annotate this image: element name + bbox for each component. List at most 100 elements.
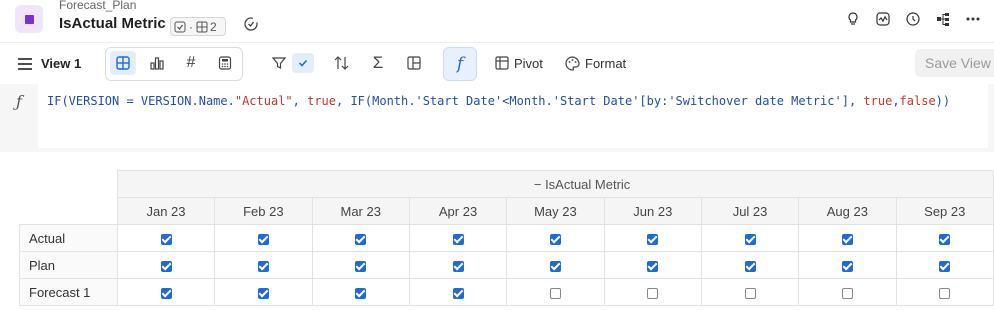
more-icon[interactable] — [962, 8, 984, 30]
sort-icon[interactable] — [331, 52, 353, 74]
verified-icon[interactable] — [243, 16, 259, 37]
unchecked-checkbox[interactable] — [549, 287, 561, 299]
checked-checkbox[interactable] — [355, 233, 367, 245]
checked-checkbox[interactable] — [452, 260, 464, 272]
calculator-icon[interactable] — [213, 51, 237, 75]
page-title[interactable]: IsActual Metric — [59, 15, 166, 32]
checked-checkbox[interactable] — [549, 260, 561, 272]
number-view-icon[interactable]: # — [179, 51, 203, 75]
chart-view-icon[interactable] — [145, 51, 169, 75]
column-header[interactable]: Aug 23 — [798, 197, 897, 225]
column-header[interactable]: May 23 — [506, 197, 605, 225]
grid-cell[interactable] — [311, 224, 410, 252]
history-icon[interactable] — [902, 8, 924, 30]
checked-checkbox[interactable] — [841, 260, 853, 272]
grid-cell[interactable] — [116, 224, 216, 252]
grid-cell[interactable] — [506, 251, 605, 279]
grid-cell[interactable] — [408, 224, 508, 252]
table-row: Forecast 1 — [19, 278, 994, 306]
formula-text[interactable]: IF(VERSION = VERSION.Name."Actual", true… — [47, 94, 950, 108]
checked-checkbox[interactable] — [452, 287, 464, 299]
grid-cell[interactable] — [895, 224, 994, 252]
grid-cell[interactable] — [895, 251, 994, 279]
filter-icon[interactable] — [268, 52, 290, 74]
grid-cell[interactable] — [895, 278, 994, 306]
grid-cell[interactable] — [700, 251, 800, 279]
row-header[interactable]: Forecast 1 — [19, 278, 118, 306]
unchecked-checkbox[interactable] — [647, 287, 659, 299]
row-header[interactable]: Actual — [19, 224, 118, 252]
checked-checkbox[interactable] — [744, 233, 756, 245]
checked-checkbox[interactable] — [257, 287, 269, 299]
formula-icon[interactable]: f — [443, 47, 477, 81]
grid-cell[interactable] — [798, 251, 897, 279]
checked-checkbox[interactable] — [647, 260, 659, 272]
grid-cell[interactable] — [798, 278, 897, 306]
grid-cell[interactable] — [408, 251, 508, 279]
checked-checkbox[interactable] — [160, 287, 172, 299]
checked-checkbox[interactable] — [160, 260, 172, 272]
menu-icon[interactable] — [16, 55, 34, 73]
grid-cell[interactable] — [700, 224, 800, 252]
lightbulb-icon[interactable] — [842, 8, 864, 30]
filter-check-icon[interactable] — [292, 53, 314, 73]
data-grid: − IsActual Metric Jan 23 Feb 23 Mar 23 Apr … — [0, 170, 994, 310]
grid-cell[interactable] — [603, 278, 702, 306]
grid-cell[interactable] — [506, 278, 605, 306]
grid-cell[interactable] — [214, 251, 313, 279]
unchecked-checkbox[interactable] — [744, 287, 756, 299]
column-header[interactable]: Sep 23 — [895, 197, 994, 225]
pivot-icon[interactable] — [493, 54, 511, 72]
checked-checkbox[interactable] — [744, 260, 756, 272]
grid-cell[interactable] — [311, 251, 410, 279]
grid-cell[interactable] — [214, 224, 313, 252]
checked-checkbox[interactable] — [841, 233, 853, 245]
checked-checkbox[interactable] — [647, 233, 659, 245]
activity-icon[interactable] — [872, 8, 894, 30]
save-view-button[interactable]: Save View — [915, 49, 994, 77]
grid-view-icon[interactable] — [110, 51, 136, 75]
checked-checkbox[interactable] — [549, 233, 561, 245]
metric-info-chip[interactable]: · 2 — [170, 17, 226, 36]
grid-cell[interactable] — [116, 278, 216, 306]
checked-checkbox[interactable] — [257, 233, 269, 245]
unchecked-checkbox[interactable] — [841, 287, 853, 299]
format-button[interactable]: Format — [585, 56, 626, 71]
column-header[interactable]: Feb 23 — [214, 197, 313, 225]
checked-checkbox[interactable] — [939, 233, 951, 245]
checked-checkbox[interactable] — [452, 233, 464, 245]
checked-checkbox[interactable] — [257, 260, 269, 272]
grid-cell[interactable] — [116, 251, 216, 279]
checked-checkbox[interactable] — [160, 233, 172, 245]
corner-cell — [19, 170, 118, 198]
checked-checkbox[interactable] — [939, 260, 951, 272]
column-header[interactable]: Jan 23 — [116, 197, 216, 225]
grid-cell[interactable] — [603, 224, 702, 252]
grid-cell[interactable] — [603, 251, 702, 279]
column-header[interactable]: Jul 23 — [700, 197, 800, 225]
grid-cell[interactable] — [506, 224, 605, 252]
grid-cell[interactable] — [311, 278, 410, 306]
collapse-icon[interactable]: − — [534, 177, 542, 192]
column-header[interactable]: Apr 23 — [408, 197, 508, 225]
grid-cell[interactable] — [798, 224, 897, 252]
row-header[interactable]: Plan — [19, 251, 118, 279]
formula-part: )) — [935, 94, 951, 108]
corner-cell — [19, 197, 118, 225]
column-header[interactable]: Mar 23 — [311, 197, 410, 225]
pivot-button[interactable]: Pivot — [514, 56, 543, 71]
grid-cell[interactable] — [214, 278, 313, 306]
grid-cell[interactable] — [408, 278, 508, 306]
checked-checkbox[interactable] — [355, 287, 367, 299]
view-selector[interactable]: View 1 — [41, 56, 81, 71]
hierarchy-icon[interactable] — [932, 8, 954, 30]
unchecked-checkbox[interactable] — [939, 287, 951, 299]
breadcrumb[interactable]: Forecast_Plan — [59, 0, 136, 12]
layout-icon[interactable] — [403, 52, 425, 74]
sum-icon[interactable]: Σ — [367, 52, 389, 74]
column-header[interactable]: Jun 23 — [603, 197, 702, 225]
palette-icon[interactable] — [563, 54, 581, 72]
checked-checkbox[interactable] — [355, 260, 367, 272]
grid-cell[interactable] — [700, 278, 800, 306]
metric-column-header[interactable]: − IsActual Metric — [116, 170, 994, 198]
